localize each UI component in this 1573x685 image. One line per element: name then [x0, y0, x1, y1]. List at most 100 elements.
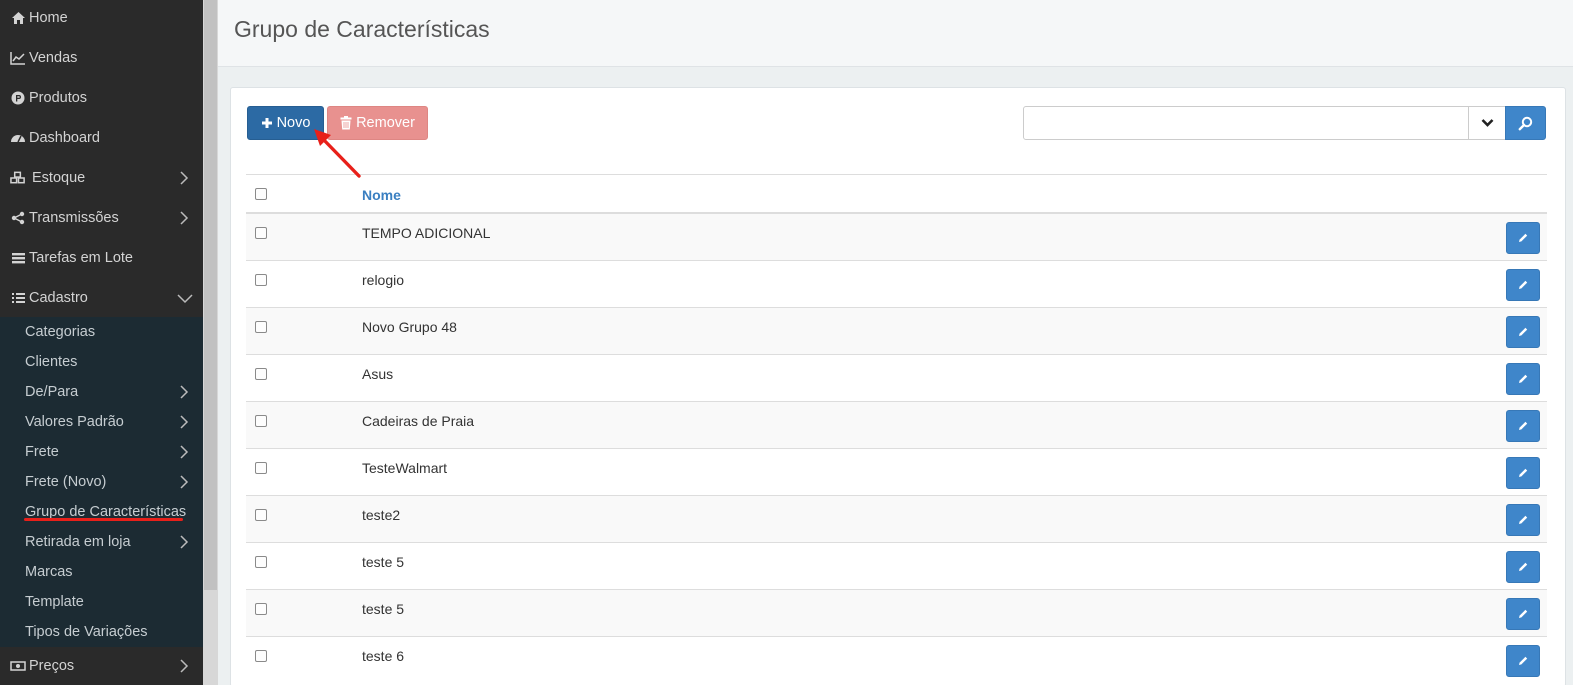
chevron-right-icon: [180, 475, 189, 489]
chevron-right-icon: [180, 659, 189, 673]
sidebar-item-precos[interactable]: Preços: [0, 646, 203, 685]
row-checkbox[interactable]: [255, 227, 267, 239]
submenu-item-label: Tipos de Variações: [25, 624, 148, 640]
sidebar-scrollbar[interactable]: [203, 0, 218, 685]
sidebar-item-label: Tarefas em Lote: [29, 250, 133, 266]
submenu-item-label: Template: [25, 594, 84, 610]
page-header: Grupo de Características: [218, 0, 1573, 67]
sidebar-item-label: Home: [29, 10, 68, 26]
submenu-item-template[interactable]: Template: [0, 587, 203, 617]
pencil-icon: [1519, 562, 1528, 571]
edit-button[interactable]: [1506, 363, 1540, 395]
table-row: teste 5: [246, 590, 1547, 637]
row-name: teste 5: [362, 601, 405, 617]
pencil-icon: [1519, 656, 1528, 665]
row-checkbox[interactable]: [255, 603, 267, 615]
table-row: Cadeiras de Praia: [246, 402, 1547, 449]
submenu-item-clientes[interactable]: Clientes: [0, 347, 203, 377]
submenu-item-valores-padrao[interactable]: Valores Padrão: [0, 407, 203, 437]
submenu-item-tipos-de-variacoes[interactable]: Tipos de Variações: [0, 617, 203, 647]
sidebar: Home Vendas Produtos Dashboard Estoque T…: [0, 0, 203, 685]
edit-button[interactable]: [1506, 316, 1540, 348]
money-icon: [10, 658, 26, 674]
row-checkbox[interactable]: [255, 462, 267, 474]
submenu-item-de-para[interactable]: De/Para: [0, 377, 203, 407]
submenu-item-retirada-em-loja[interactable]: Retirada em loja: [0, 527, 203, 557]
table-row: teste 6: [246, 637, 1547, 684]
chevron-right-icon: [180, 415, 189, 429]
edit-button[interactable]: [1506, 457, 1540, 489]
row-name: teste 5: [362, 554, 405, 570]
pencil-icon: [1519, 515, 1528, 524]
dashboard-gauge-icon: [10, 130, 26, 146]
cubes-icon: [10, 170, 26, 186]
sidebar-item-transmissoes[interactable]: Transmissões: [0, 198, 203, 238]
search-input[interactable]: [1023, 106, 1469, 140]
sidebar-item-label: Estoque: [32, 170, 86, 186]
row-checkbox[interactable]: [255, 509, 267, 521]
row-name: TesteWalmart: [362, 460, 448, 476]
search-options-dropdown[interactable]: [1468, 106, 1506, 140]
row-checkbox[interactable]: [255, 556, 267, 568]
sidebar-item-produtos[interactable]: Produtos: [0, 78, 203, 118]
sidebar-item-label: Vendas: [29, 50, 78, 66]
submenu-item-frete[interactable]: Frete: [0, 437, 203, 467]
sidebar-item-tarefas-em-lote[interactable]: Tarefas em Lote: [0, 238, 203, 278]
chevron-down-icon: [177, 294, 193, 304]
plus-icon: [261, 117, 273, 129]
table-row: teste2: [246, 496, 1547, 543]
list-icon: [10, 290, 26, 306]
search-button[interactable]: [1505, 106, 1546, 140]
table-header: Nome: [246, 174, 1547, 214]
submenu-item-grupo-de-caracteristicas[interactable]: Grupo de Características: [0, 497, 203, 527]
edit-button[interactable]: [1506, 410, 1540, 442]
column-header-nome[interactable]: Nome: [362, 187, 401, 203]
row-checkbox[interactable]: [255, 368, 267, 380]
page-title: Grupo de Características: [234, 16, 490, 42]
edit-button[interactable]: [1506, 551, 1540, 583]
sidebar-item-cadastro[interactable]: Cadastro: [0, 278, 203, 318]
edit-button[interactable]: [1506, 645, 1540, 677]
submenu-item-categorias[interactable]: Categorias: [0, 317, 203, 347]
chevron-down-icon: [1481, 119, 1493, 127]
sidebar-item-label: Cadastro: [29, 290, 88, 306]
submenu-item-label: Valores Padrão: [25, 414, 124, 430]
sidebar-scrollbar-thumb[interactable]: [204, 0, 217, 590]
table-row: TesteWalmart: [246, 449, 1547, 496]
pencil-icon: [1519, 327, 1528, 336]
pencil-icon: [1519, 421, 1528, 430]
chevron-right-icon: [180, 535, 189, 549]
annotation-arrow-icon: [314, 129, 361, 178]
annotation-underline: [24, 518, 183, 521]
submenu-item-frete-novo[interactable]: Frete (Novo): [0, 467, 203, 497]
chart-line-icon: [10, 50, 26, 66]
row-checkbox[interactable]: [255, 415, 267, 427]
table-row: teste 5: [246, 543, 1547, 590]
sidebar-item-dashboard[interactable]: Dashboard: [0, 118, 203, 158]
row-checkbox[interactable]: [255, 650, 267, 662]
row-name: Novo Grupo 48: [362, 319, 457, 335]
submenu-item-label: Marcas: [25, 564, 73, 580]
edit-button[interactable]: [1506, 269, 1540, 301]
row-checkbox[interactable]: [255, 321, 267, 333]
edit-button[interactable]: [1506, 504, 1540, 536]
edit-button[interactable]: [1506, 222, 1540, 254]
table-row: Novo Grupo 48: [246, 308, 1547, 355]
edit-button[interactable]: [1506, 598, 1540, 630]
sidebar-item-home[interactable]: Home: [0, 0, 203, 38]
select-all-checkbox[interactable]: [255, 188, 267, 200]
row-checkbox[interactable]: [255, 274, 267, 286]
row-name: TEMPO ADICIONAL: [362, 225, 491, 241]
sidebar-item-vendas[interactable]: Vendas: [0, 38, 203, 78]
pencil-icon: [1519, 468, 1528, 477]
search-icon: [1518, 116, 1533, 130]
submenu-item-label: Categorias: [25, 324, 96, 340]
submenu-item-marcas[interactable]: Marcas: [0, 557, 203, 587]
pencil-icon: [1519, 280, 1528, 289]
row-name: teste2: [362, 507, 401, 523]
chevron-right-icon: [180, 385, 189, 399]
row-name: Asus: [362, 366, 394, 382]
submenu-item-label: Retirada em loja: [25, 534, 131, 550]
table-row: relogio: [246, 261, 1547, 308]
sidebar-item-estoque[interactable]: Estoque: [0, 158, 203, 198]
